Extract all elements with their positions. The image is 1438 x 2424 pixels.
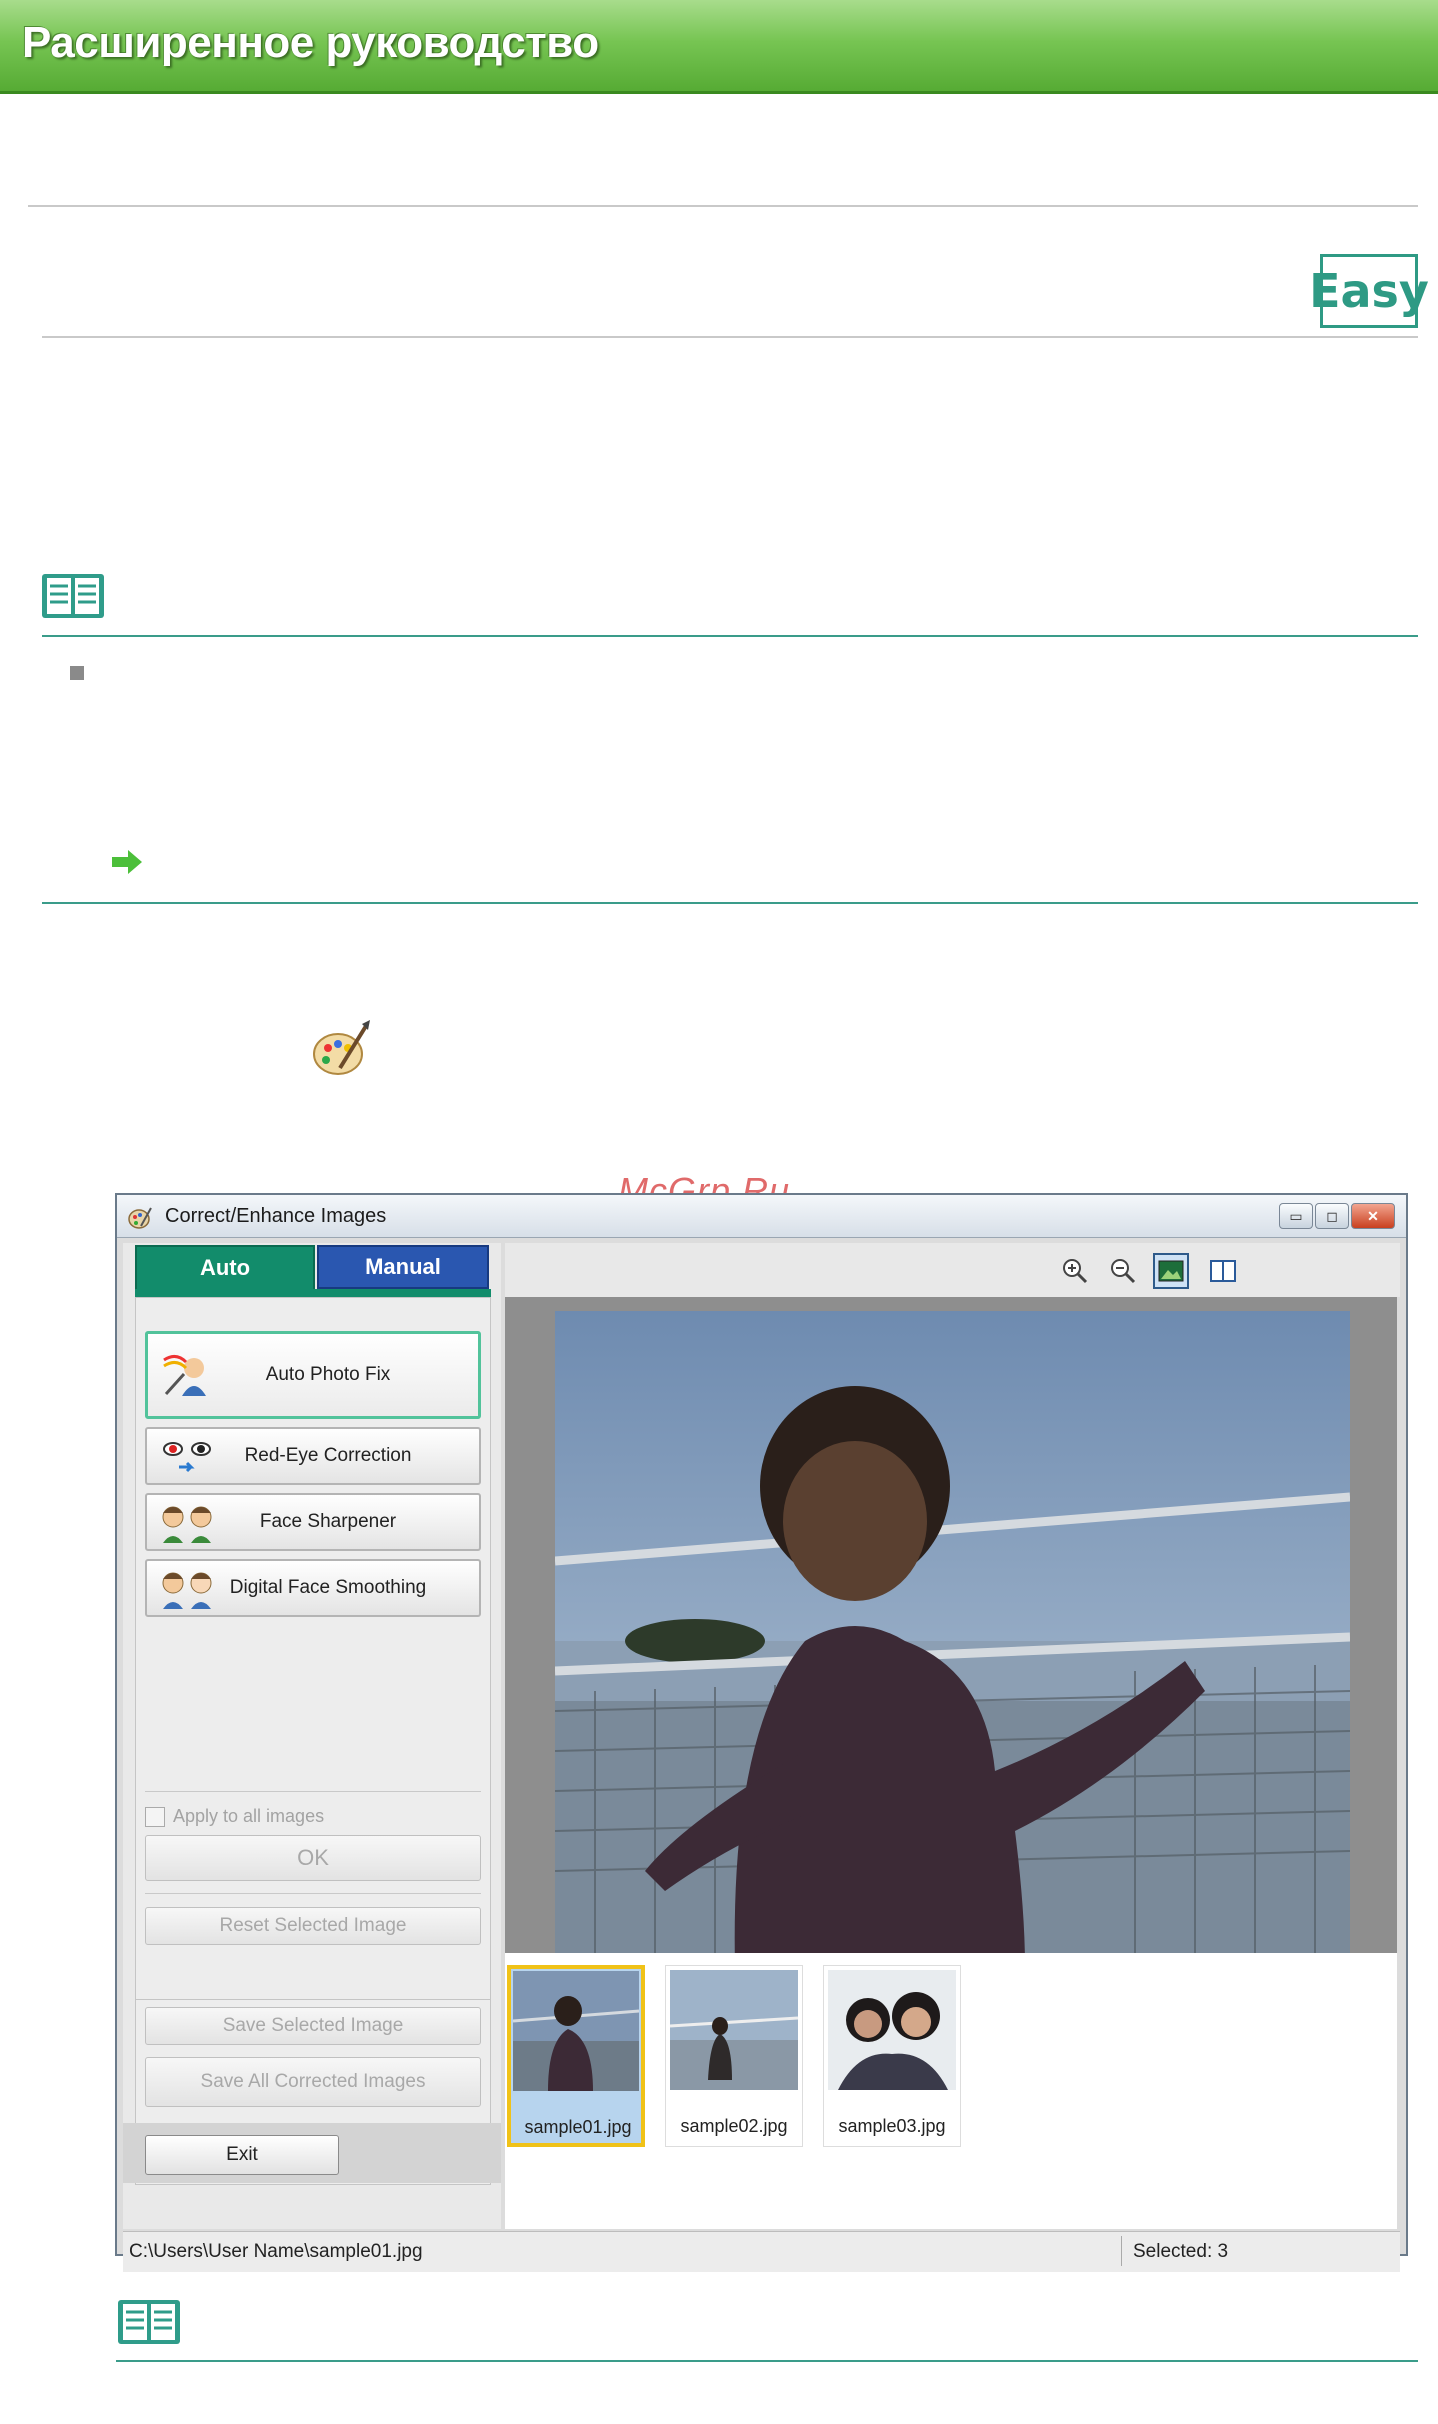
bullet-icon bbox=[70, 666, 84, 680]
face-sharpener-icon bbox=[162, 1506, 212, 1543]
window-title: Correct/Enhance Images bbox=[165, 1205, 387, 1227]
thumbnail-item[interactable]: sample02.jpg bbox=[665, 1965, 803, 2147]
note-book-icon bbox=[118, 2300, 180, 2344]
digital-face-smoothing-button[interactable]: Digital Face Smoothing bbox=[145, 1559, 481, 1617]
apply-to-all-label: Apply to all images bbox=[173, 1806, 325, 1826]
zoom-out-icon[interactable] bbox=[1105, 1253, 1141, 1289]
divider bbox=[28, 205, 1418, 207]
red-eye-correction-label: Red-Eye Correction bbox=[244, 1445, 412, 1466]
zoom-in-icon[interactable] bbox=[1057, 1253, 1093, 1289]
thumbnail-item[interactable]: sample03.jpg bbox=[823, 1965, 961, 2147]
note-divider bbox=[116, 2360, 1418, 2362]
status-selected-count: Selected: 3 bbox=[1133, 2241, 1229, 2262]
panel-divider bbox=[145, 1893, 481, 1894]
thumbnail-strip: sample01.jpg sample02.jpg sample03.jpg bbox=[505, 1953, 1397, 2229]
preview-area bbox=[505, 1297, 1397, 1967]
preview-photo bbox=[555, 1311, 1350, 1967]
maximize-button[interactable]: ◻ bbox=[1315, 1203, 1349, 1229]
thumbnail-label: sample03.jpg bbox=[838, 2116, 946, 2136]
note-book-icon bbox=[42, 574, 104, 618]
thumbnail-image bbox=[828, 1970, 956, 2090]
whole-image-view-icon[interactable] bbox=[1153, 1253, 1189, 1289]
thumbnail-item[interactable]: sample01.jpg bbox=[507, 1965, 645, 2147]
thumbnail-image bbox=[513, 1971, 639, 2091]
reset-selected-image-button[interactable]: Reset Selected Image bbox=[145, 1907, 481, 1945]
correct-enhance-window: Correct/Enhance Images ▭ ◻ ✕ Auto Manual… bbox=[115, 1193, 1408, 2272]
tab-strip bbox=[135, 1289, 491, 1297]
save-all-corrected-images-button[interactable]: Save All Corrected Images bbox=[145, 2057, 481, 2107]
header-banner: Расширенное руководство bbox=[0, 0, 1438, 94]
tab-auto[interactable]: Auto bbox=[135, 1245, 315, 1289]
page-title: Расширенное руководство bbox=[22, 18, 599, 67]
note-divider bbox=[42, 902, 1418, 904]
thumbnail-label: sample01.jpg bbox=[524, 2117, 632, 2137]
app-icon bbox=[128, 1207, 152, 1229]
save-selected-image-button[interactable]: Save Selected Image bbox=[145, 2007, 481, 2045]
tab-manual[interactable]: Manual bbox=[317, 1245, 489, 1289]
easy-badge: Easy bbox=[1309, 254, 1429, 328]
red-eye-icon bbox=[163, 1442, 211, 1473]
status-file-path: C:\Users\User Name\sample01.jpg bbox=[129, 2241, 423, 2262]
compare-view-icon[interactable] bbox=[1205, 1253, 1241, 1289]
auto-photo-fix-icon bbox=[163, 1355, 206, 1396]
apply-to-all-checkbox[interactable] bbox=[145, 1807, 165, 1827]
minimize-button[interactable]: ▭ bbox=[1279, 1203, 1313, 1229]
status-bar: C:\Users\User Name\sample01.jpg Selected… bbox=[123, 2231, 1400, 2272]
thumbnail-label: sample02.jpg bbox=[680, 2116, 788, 2136]
preview-toolbar bbox=[505, 1243, 1400, 1297]
status-divider bbox=[1121, 2236, 1122, 2266]
red-eye-correction-button[interactable]: Red-Eye Correction bbox=[145, 1427, 481, 1485]
face-smoothing-icon bbox=[162, 1572, 212, 1609]
thumbnail-image bbox=[670, 1970, 798, 2090]
window-titlebar: Correct/Enhance Images ▭ ◻ ✕ bbox=[117, 1195, 1406, 1238]
divider bbox=[42, 336, 1418, 338]
link-arrow-icon[interactable] bbox=[110, 848, 144, 876]
note-divider bbox=[42, 635, 1418, 637]
palette-icon bbox=[313, 1020, 370, 1075]
panel-divider bbox=[145, 1791, 481, 1792]
ok-button[interactable]: OK bbox=[145, 1835, 481, 1881]
digital-face-smoothing-label: Digital Face Smoothing bbox=[229, 1577, 427, 1598]
face-sharpener-button[interactable]: Face Sharpener bbox=[145, 1493, 481, 1551]
face-sharpener-label: Face Sharpener bbox=[259, 1511, 397, 1532]
auto-photo-fix-button[interactable]: Auto Photo Fix bbox=[145, 1331, 481, 1419]
close-button[interactable]: ✕ bbox=[1351, 1203, 1395, 1229]
exit-button[interactable]: Exit bbox=[145, 2135, 339, 2175]
auto-photo-fix-label: Auto Photo Fix bbox=[265, 1364, 391, 1385]
